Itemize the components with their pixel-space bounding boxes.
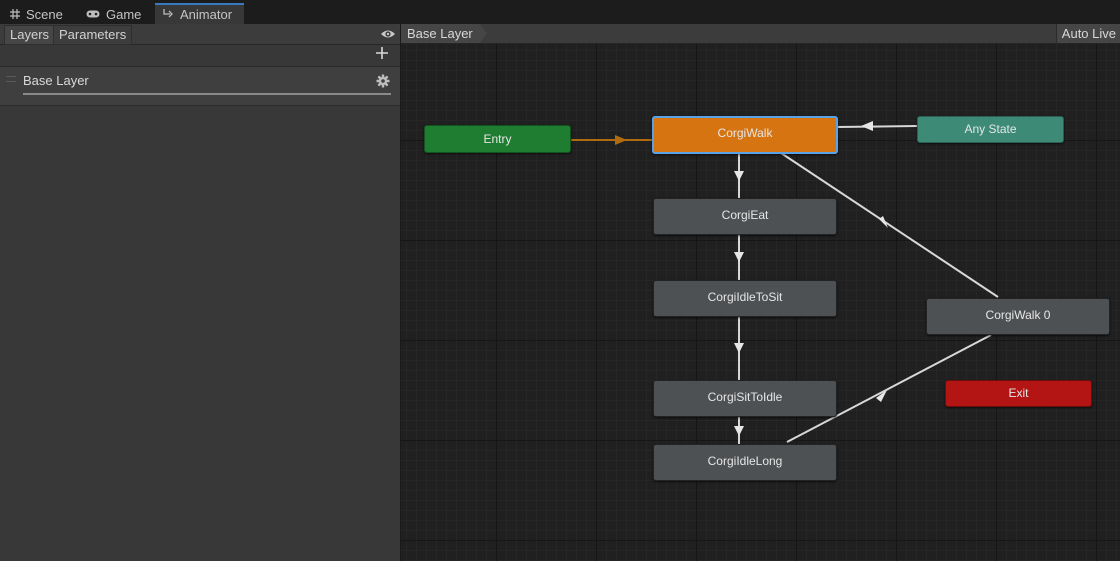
layers-panel-toolbar: Layers Parameters	[0, 24, 400, 45]
layer-item-base-layer[interactable]: Base Layer	[0, 66, 400, 106]
gamepad-icon	[86, 7, 100, 22]
tab-scene[interactable]: Scene	[10, 4, 63, 24]
drag-handle[interactable]	[6, 76, 16, 82]
window-tab-bar: Scene Game Animator	[0, 0, 1120, 25]
layer-weight-slider[interactable]	[23, 93, 391, 95]
gear-icon[interactable]	[376, 74, 390, 88]
tab-layers[interactable]: Layers	[4, 25, 56, 45]
animator-icon	[163, 7, 174, 22]
state-corgiidletosit[interactable]: CorgiIdleToSit	[653, 280, 837, 317]
transition-corgieat-to-corgiidletosit[interactable]	[734, 234, 744, 280]
state-corgiwalk[interactable]: CorgiWalk	[652, 116, 838, 154]
state-machine-graph[interactable]: Base Layer Auto Live Entry CorgiWalk Any…	[401, 24, 1120, 561]
transition-entry-to-corgiwalk[interactable]	[571, 135, 653, 145]
state-exit[interactable]: Exit	[945, 380, 1092, 407]
state-corgisittoidle[interactable]: CorgiSitToIdle	[653, 380, 837, 417]
layer-name: Base Layer	[23, 73, 89, 88]
layers-panel: Layers Parameters Base Layer	[0, 24, 401, 561]
breadcrumb[interactable]: Base Layer	[401, 24, 487, 43]
state-corgiwalk-0[interactable]: CorgiWalk 0	[926, 298, 1110, 335]
tab-game-label: Game	[106, 6, 142, 22]
grid-icon	[10, 7, 20, 22]
eye-icon[interactable]	[380, 27, 396, 41]
state-corgiidlelong[interactable]: CorgiIdleLong	[653, 444, 837, 481]
tab-scene-label: Scene	[26, 6, 63, 22]
graph-toolbar: Base Layer Auto Live	[401, 24, 1120, 44]
auto-live-link-toggle[interactable]: Auto Live	[1055, 24, 1120, 43]
transition-corgisittoidle-to-corgiidlelong[interactable]	[734, 416, 744, 444]
tab-animator-label: Animator	[180, 7, 233, 22]
transition-corgiwalk-to-corgieat[interactable]	[734, 154, 744, 198]
add-layer-button[interactable]	[374, 45, 390, 63]
transition-corgiidletosit-to-corgisittoidle[interactable]	[734, 316, 744, 380]
tab-parameters[interactable]: Parameters	[53, 25, 133, 45]
plus-icon	[375, 43, 389, 65]
state-entry[interactable]: Entry	[424, 125, 571, 153]
tab-animator[interactable]: Animator	[155, 3, 245, 24]
tab-game[interactable]: Game	[86, 4, 141, 24]
state-any-state[interactable]: Any State	[917, 116, 1064, 143]
transition-anystate-to-corgiwalk[interactable]	[836, 121, 918, 131]
state-corgieat[interactable]: CorgiEat	[653, 198, 837, 235]
